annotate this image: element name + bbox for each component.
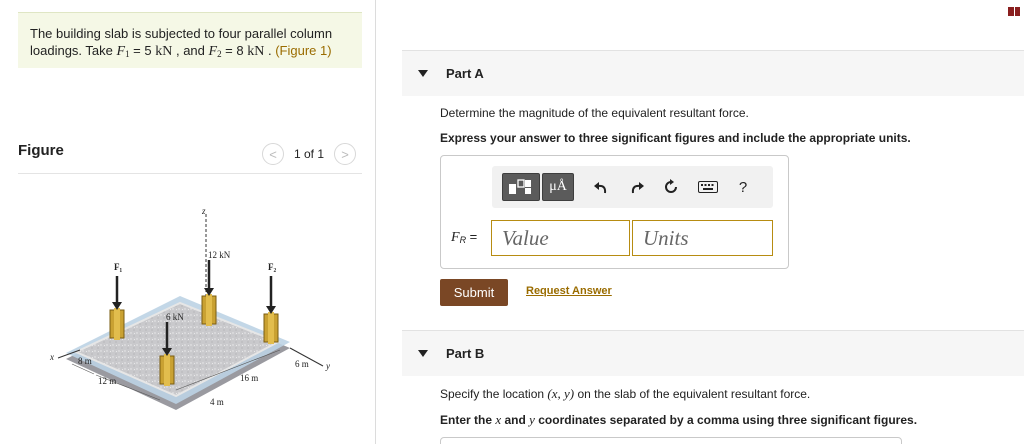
dim-12m: 12 m	[98, 376, 116, 386]
column-f1	[109, 276, 125, 340]
units-label: μÅ	[549, 179, 567, 194]
dim-6m: 6 m	[295, 359, 309, 369]
f1-unit: kN	[155, 44, 173, 59]
figure-divider	[18, 173, 362, 174]
part-b-answer-panel[interactable]	[440, 437, 902, 444]
prev-figure-button[interactable]: <	[262, 143, 284, 165]
chevron-left-icon: <	[269, 146, 277, 162]
caret-down-icon	[418, 350, 428, 357]
part-b-label: Part B	[446, 346, 485, 361]
undo-icon	[594, 182, 607, 194]
answer-variable-label: FR =	[451, 229, 478, 245]
submit-button[interactable]: Submit	[440, 279, 508, 306]
f1-label: F₁	[114, 262, 122, 272]
dim-4m: 4 m	[210, 397, 224, 407]
request-answer-link[interactable]: Request Answer	[526, 285, 612, 297]
undo-button[interactable]	[590, 180, 612, 194]
next-figure-button[interactable]: >	[334, 143, 357, 165]
f1-variable: F1	[116, 44, 130, 59]
slab-figure: z x y F₁ F₂ 12 kN 6 kN 8 m 12 m 16 m 6 m…	[49, 206, 330, 410]
keyboard-icon	[698, 181, 718, 193]
part-a-question: Determine the magnitude of the equivalen…	[440, 106, 749, 120]
help-icon: ?	[738, 178, 748, 196]
part-b-instruction: Enter the x and y coordinates separated …	[440, 412, 918, 427]
reset-icon	[665, 179, 677, 193]
period: .	[264, 43, 276, 58]
f1-equals: = 5	[129, 43, 156, 58]
f2-equals: = 8	[221, 43, 248, 58]
figure-link[interactable]: (Figure 1)	[275, 43, 331, 58]
column-divider	[375, 0, 376, 444]
value-input[interactable]	[491, 220, 630, 256]
load-12kn-label: 12 kN	[208, 250, 231, 260]
f2-variable: F2	[208, 44, 222, 59]
units-input[interactable]	[632, 220, 773, 256]
column-12kn	[201, 260, 217, 326]
units-button[interactable]: μÅ	[542, 173, 574, 201]
x-label: x	[49, 352, 54, 362]
f2-unit: kN	[247, 44, 265, 59]
part-a-header[interactable]: Part A	[402, 50, 1024, 96]
load-6kn-label: 6 kN	[166, 312, 184, 322]
help-button[interactable]: ?	[734, 179, 752, 196]
z-label: z	[201, 206, 206, 216]
problem-statement: The building slab is subjected to four p…	[18, 12, 362, 68]
figure-pager: < 1 of 1 >	[262, 143, 357, 165]
book-icon[interactable]	[1008, 7, 1020, 16]
redo-button[interactable]	[626, 180, 648, 194]
figure-count: 1 of 1	[294, 147, 325, 161]
figure-title: Figure	[18, 142, 64, 159]
separator: , and	[172, 43, 209, 58]
dim-16m: 16 m	[240, 373, 258, 383]
part-a-label: Part A	[446, 66, 484, 81]
math-toolbar: μÅ ?	[492, 166, 773, 208]
part-a-instruction: Express your answer to three significant…	[440, 131, 911, 145]
column-f2	[263, 276, 279, 344]
part-b-question: Specify the location (x, y) on the slab …	[440, 386, 811, 401]
y-label: y	[325, 361, 330, 371]
template-icon	[509, 179, 531, 194]
redo-icon	[631, 182, 644, 194]
dim-8m: 8 m	[78, 356, 92, 366]
keyboard-button[interactable]	[696, 181, 720, 193]
f2-label: F₂	[268, 262, 276, 272]
caret-down-icon	[418, 70, 428, 77]
part-b-header[interactable]: Part B	[402, 330, 1024, 376]
template-button[interactable]	[502, 173, 540, 201]
reset-button[interactable]	[660, 179, 682, 195]
chevron-right-icon: >	[341, 146, 349, 162]
